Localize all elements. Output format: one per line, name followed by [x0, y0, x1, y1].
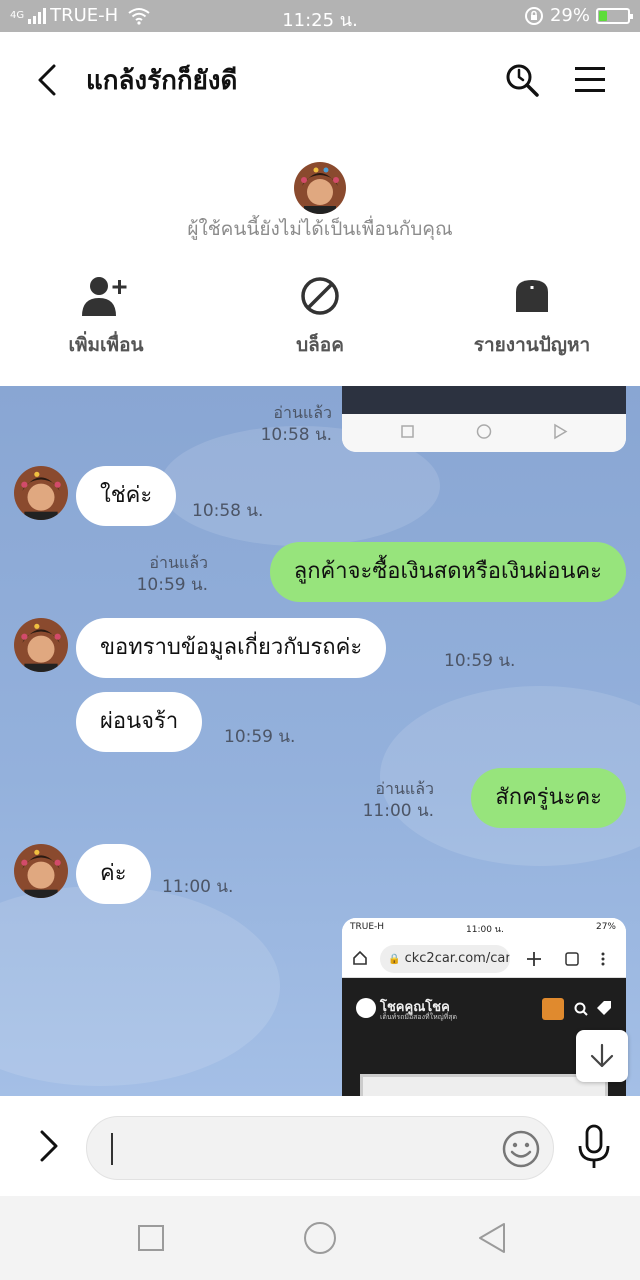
- screenshot-url: ckc2car.com/car: [404, 951, 510, 966]
- avatar-image: [294, 162, 346, 214]
- message-input-bar: [0, 1096, 640, 1196]
- report-button[interactable]: รายงานปัญหา: [432, 274, 632, 360]
- screenshot-url-bar: 🔒 ckc2car.com/car: [380, 945, 510, 973]
- message-bubble[interactable]: ลูกค้าจะซื้อเงินสดหรือเงินผ่อนคะ: [269, 542, 626, 602]
- recents-square-icon: [138, 1225, 164, 1251]
- profile-panel: ผู้ใช้คนนี้ยังไม่ได้เป็นเพื่อนกับคุณ เพิ…: [0, 128, 640, 386]
- search-icon: [506, 64, 539, 97]
- back-button[interactable]: [30, 62, 66, 98]
- message-meta: อ่านแล้ว 10:58 น.: [261, 402, 332, 446]
- lock-icon: 🔒: [388, 954, 401, 965]
- add-friend-icon: [82, 277, 127, 316]
- emoji-button[interactable]: [501, 1129, 541, 1169]
- read-receipt: อ่านแล้ว: [375, 779, 434, 798]
- sender-avatar[interactable]: [14, 844, 68, 898]
- image-message[interactable]: [342, 386, 626, 452]
- message-bubble[interactable]: ขอทราบข้อมูลเกี่ยวกับรถค่ะ: [76, 618, 387, 678]
- message-bubble[interactable]: สักครู่นะคะ: [471, 768, 626, 828]
- message-time: 10:59 น.: [224, 727, 296, 747]
- message-time: 10:58 น.: [260, 425, 332, 445]
- arrow-down-icon: [590, 1043, 614, 1068]
- message-meta: อ่านแล้ว 11:00 น.: [363, 778, 434, 822]
- block-button[interactable]: บล็อค: [220, 274, 420, 360]
- screenshot-browser-bar: 🔒 ckc2car.com/car: [342, 940, 626, 978]
- status-bar: 4G TRUE-H 11:25 น. 29%: [0, 0, 640, 32]
- sender-avatar[interactable]: [14, 466, 68, 520]
- message-time: 11:00 น.: [362, 801, 434, 821]
- report-label: รายงานปัญหา: [473, 334, 591, 356]
- screenshot-carrier: TRUE-H: [350, 922, 385, 932]
- emoji-icon: [502, 1130, 540, 1168]
- back-nav-button[interactable]: [474, 1220, 510, 1256]
- message-time: 10:59 น.: [136, 575, 208, 595]
- add-friend-button[interactable]: เพิ่มเพื่อน: [6, 274, 206, 360]
- chat-messages[interactable]: อ่านแล้ว 10:58 น. ใช่ค่ะ 10:58 น. อ่านแล…: [0, 386, 640, 1096]
- message-meta: อ่านแล้ว 10:59 น.: [137, 552, 208, 596]
- hamburger-menu-icon: [575, 67, 605, 92]
- microphone-icon: [578, 1124, 610, 1168]
- profile-avatar[interactable]: [294, 162, 346, 214]
- site-content-image: [360, 1074, 608, 1096]
- tabs-icon: [565, 952, 579, 966]
- text-caret: [111, 1133, 113, 1165]
- recents-button[interactable]: [133, 1220, 169, 1256]
- screenshot-battery: 27%: [595, 922, 616, 932]
- back-triangle-icon: [479, 1223, 505, 1253]
- message-input[interactable]: [86, 1116, 554, 1180]
- not-friend-notice: ผู้ใช้คนนี้ยังไม่ได้เป็นเพื่อนกับคุณ: [187, 218, 453, 240]
- voice-message-button[interactable]: [574, 1124, 614, 1170]
- site-logo-icon: [356, 998, 376, 1018]
- home-circle-icon: [304, 1222, 336, 1254]
- menu-button[interactable]: [572, 62, 608, 98]
- read-receipt: อ่านแล้ว: [149, 553, 208, 572]
- block-label: บล็อค: [296, 334, 344, 356]
- message-time: 11:00 น.: [162, 877, 234, 897]
- plus-icon: [527, 952, 541, 966]
- read-receipt: อ่านแล้ว: [273, 403, 332, 422]
- chevron-right-icon: [40, 1130, 58, 1162]
- battery-icon: [596, 7, 633, 24]
- rotation-lock-icon: [524, 6, 543, 25]
- chat-title: แกล้งรักก็ยังดี: [86, 66, 238, 96]
- message-bubble[interactable]: ใช่ค่ะ: [76, 466, 177, 526]
- chat-header: แกล้งรักก็ยังดี: [0, 32, 640, 128]
- screenshot-nav-bar: [342, 414, 626, 452]
- search-button[interactable]: [504, 62, 540, 98]
- back-arrow-icon: [38, 64, 56, 96]
- message-bubble[interactable]: ผ่อนจร้า: [76, 692, 203, 752]
- message-time: 10:59 น.: [444, 651, 516, 671]
- report-icon: [516, 280, 548, 312]
- message-bubble[interactable]: ค่ะ: [76, 844, 151, 904]
- message-time: 10:58 น.: [192, 501, 264, 521]
- block-icon: [301, 277, 339, 315]
- system-nav-bar: [0, 1196, 640, 1280]
- site-search-icon: [574, 1002, 588, 1016]
- add-friend-label: เพิ่มเพื่อน: [68, 334, 144, 356]
- home-button[interactable]: [302, 1220, 338, 1256]
- scroll-to-bottom-button[interactable]: [576, 1030, 628, 1082]
- site-menu-icon: [542, 998, 564, 1020]
- screenshot-status-bar: TRUE-H 11:00 น. 27%: [342, 918, 626, 940]
- status-right: 29%: [524, 5, 633, 26]
- site-tag-icon: [597, 1001, 611, 1015]
- more-icon: [601, 952, 605, 966]
- battery-percent: 29%: [549, 5, 590, 26]
- site-tagline: เต็นท์รถมือสองที่ใหญ่ที่สุด: [380, 1013, 458, 1021]
- home-icon: [353, 950, 367, 965]
- sender-avatar[interactable]: [14, 618, 68, 672]
- expand-tools-button[interactable]: [30, 1128, 66, 1164]
- screenshot-time: 11:00 น.: [466, 925, 504, 935]
